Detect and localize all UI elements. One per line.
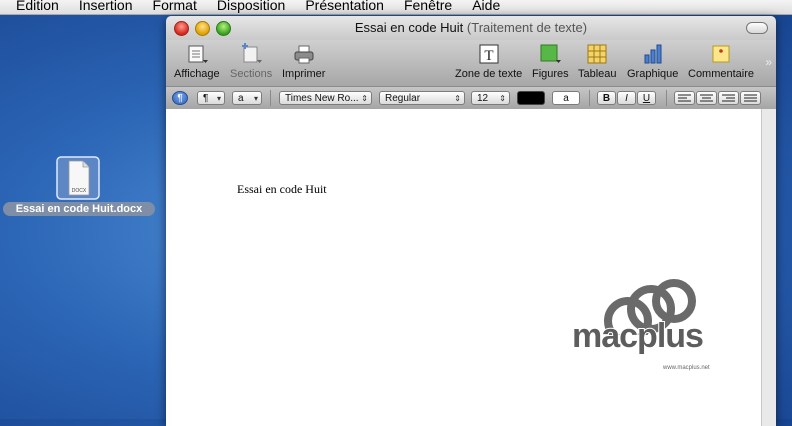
figures-label: Figures <box>532 68 569 80</box>
figures-button[interactable]: Figures <box>532 43 569 80</box>
menu-insertion[interactable]: Insertion <box>69 0 143 12</box>
affichage-button[interactable]: Affichage <box>174 43 220 80</box>
menu-presentation[interactable]: Présentation <box>295 0 394 12</box>
styles-drawer-icon[interactable]: ¶ <box>172 91 188 105</box>
sections-label: Sections <box>230 68 273 80</box>
separator <box>666 90 667 106</box>
graphique-label: Graphique <box>627 68 679 80</box>
window-title: Essai en code Huit (Traitement de texte) <box>166 20 776 35</box>
tableau-button[interactable]: Tableau <box>578 43 617 80</box>
menu-disposition[interactable]: Disposition <box>207 0 295 12</box>
commentaire-button[interactable]: Commentaire <box>688 43 754 80</box>
underline-button[interactable]: U <box>637 91 656 105</box>
font-size-select[interactable]: 12 ⇕ <box>471 91 510 105</box>
docx-badge: DOCX <box>72 188 87 194</box>
font-family-value: Times New Ro... <box>285 93 359 104</box>
commentaire-label: Commentaire <box>688 68 755 80</box>
font-size-value: 12 <box>477 93 489 104</box>
comment-icon <box>710 43 732 65</box>
highlight-label: a <box>563 93 569 104</box>
align-center-icon <box>700 94 713 102</box>
title-bar[interactable]: Essai en code Huit (Traitement de texte) <box>166 16 776 40</box>
italic-button[interactable]: I <box>617 91 636 105</box>
zone-de-texte-label: Zone de texte <box>455 68 523 80</box>
character-style-value: a <box>238 93 244 104</box>
justify-icon <box>744 94 757 102</box>
character-style-select[interactable]: a ▾ <box>232 91 262 105</box>
separator <box>270 90 271 106</box>
table-icon <box>586 43 608 65</box>
align-right-icon <box>722 94 735 102</box>
toolbar-toggle-button[interactable] <box>746 22 768 34</box>
menu-fenetre[interactable]: Fenêtre <box>394 0 462 12</box>
tableau-label: Tableau <box>578 68 617 80</box>
align-right-button[interactable] <box>718 91 739 105</box>
svg-text:T: T <box>484 48 493 64</box>
toolbar: Affichage Sections Imprimer T Zone de te… <box>166 40 776 86</box>
text-color-well[interactable] <box>517 91 545 105</box>
font-family-select[interactable]: Times New Ro... ⇕ <box>279 91 372 105</box>
window-title-name: Essai en code Huit <box>354 20 464 35</box>
document-page[interactable]: Essai en code Huit macplus www.macplus.n… <box>166 109 776 426</box>
menu-format[interactable]: Format <box>143 0 207 12</box>
chart-icon <box>642 43 664 65</box>
justify-button[interactable] <box>740 91 761 105</box>
menu-aide[interactable]: Aide <box>462 0 510 12</box>
menu-edition[interactable]: Edition <box>0 0 69 12</box>
document-window: Essai en code Huit (Traitement de texte)… <box>166 16 776 426</box>
macplus-logo: macplus <box>571 316 705 356</box>
affichage-label: Affichage <box>174 68 220 80</box>
imprimer-label: Imprimer <box>282 68 326 80</box>
bold-button[interactable]: B <box>597 91 616 105</box>
printer-icon <box>293 43 315 65</box>
shapes-icon <box>539 43 562 65</box>
graphique-button[interactable]: Graphique <box>627 43 678 80</box>
macplus-url: www.macplus.net <box>663 365 710 371</box>
align-left-button[interactable] <box>674 91 695 105</box>
highlight-color-well[interactable]: a <box>552 91 580 105</box>
font-style-value: Regular <box>385 93 421 104</box>
toolbar-overflow-chevron-icon[interactable]: » <box>765 55 772 69</box>
document-body-text[interactable]: Essai en code Huit <box>237 182 327 197</box>
vertical-scrollbar[interactable] <box>761 109 776 426</box>
file-label[interactable]: Essai en code Huit.docx <box>3 202 155 216</box>
imprimer-button[interactable]: Imprimer <box>282 43 325 80</box>
sections-icon <box>240 43 263 65</box>
text-box-icon: T <box>478 43 500 65</box>
align-left-icon <box>678 94 691 102</box>
paragraph-style-select[interactable]: ¶ ▾ <box>197 91 225 105</box>
align-center-button[interactable] <box>696 91 717 105</box>
font-style-select[interactable]: Regular ⇕ <box>379 91 465 105</box>
paragraph-style-value: ¶ <box>203 93 209 104</box>
format-bar: ¶ ¶ ▾ a ▾ Times New Ro... ⇕ Regular ⇕ 12 ⇕ a … <box>166 86 776 110</box>
window-title-subtitle: (Traitement de texte) <box>466 20 588 35</box>
sections-button[interactable]: Sections <box>230 43 272 80</box>
menu-bar: Edition Insertion Format Disposition Pré… <box>0 0 792 15</box>
docx-file-icon[interactable]: DOCX <box>56 156 100 200</box>
separator <box>589 90 590 106</box>
zone-de-texte-button[interactable]: T Zone de texte <box>455 43 522 80</box>
view-icon <box>186 43 208 65</box>
